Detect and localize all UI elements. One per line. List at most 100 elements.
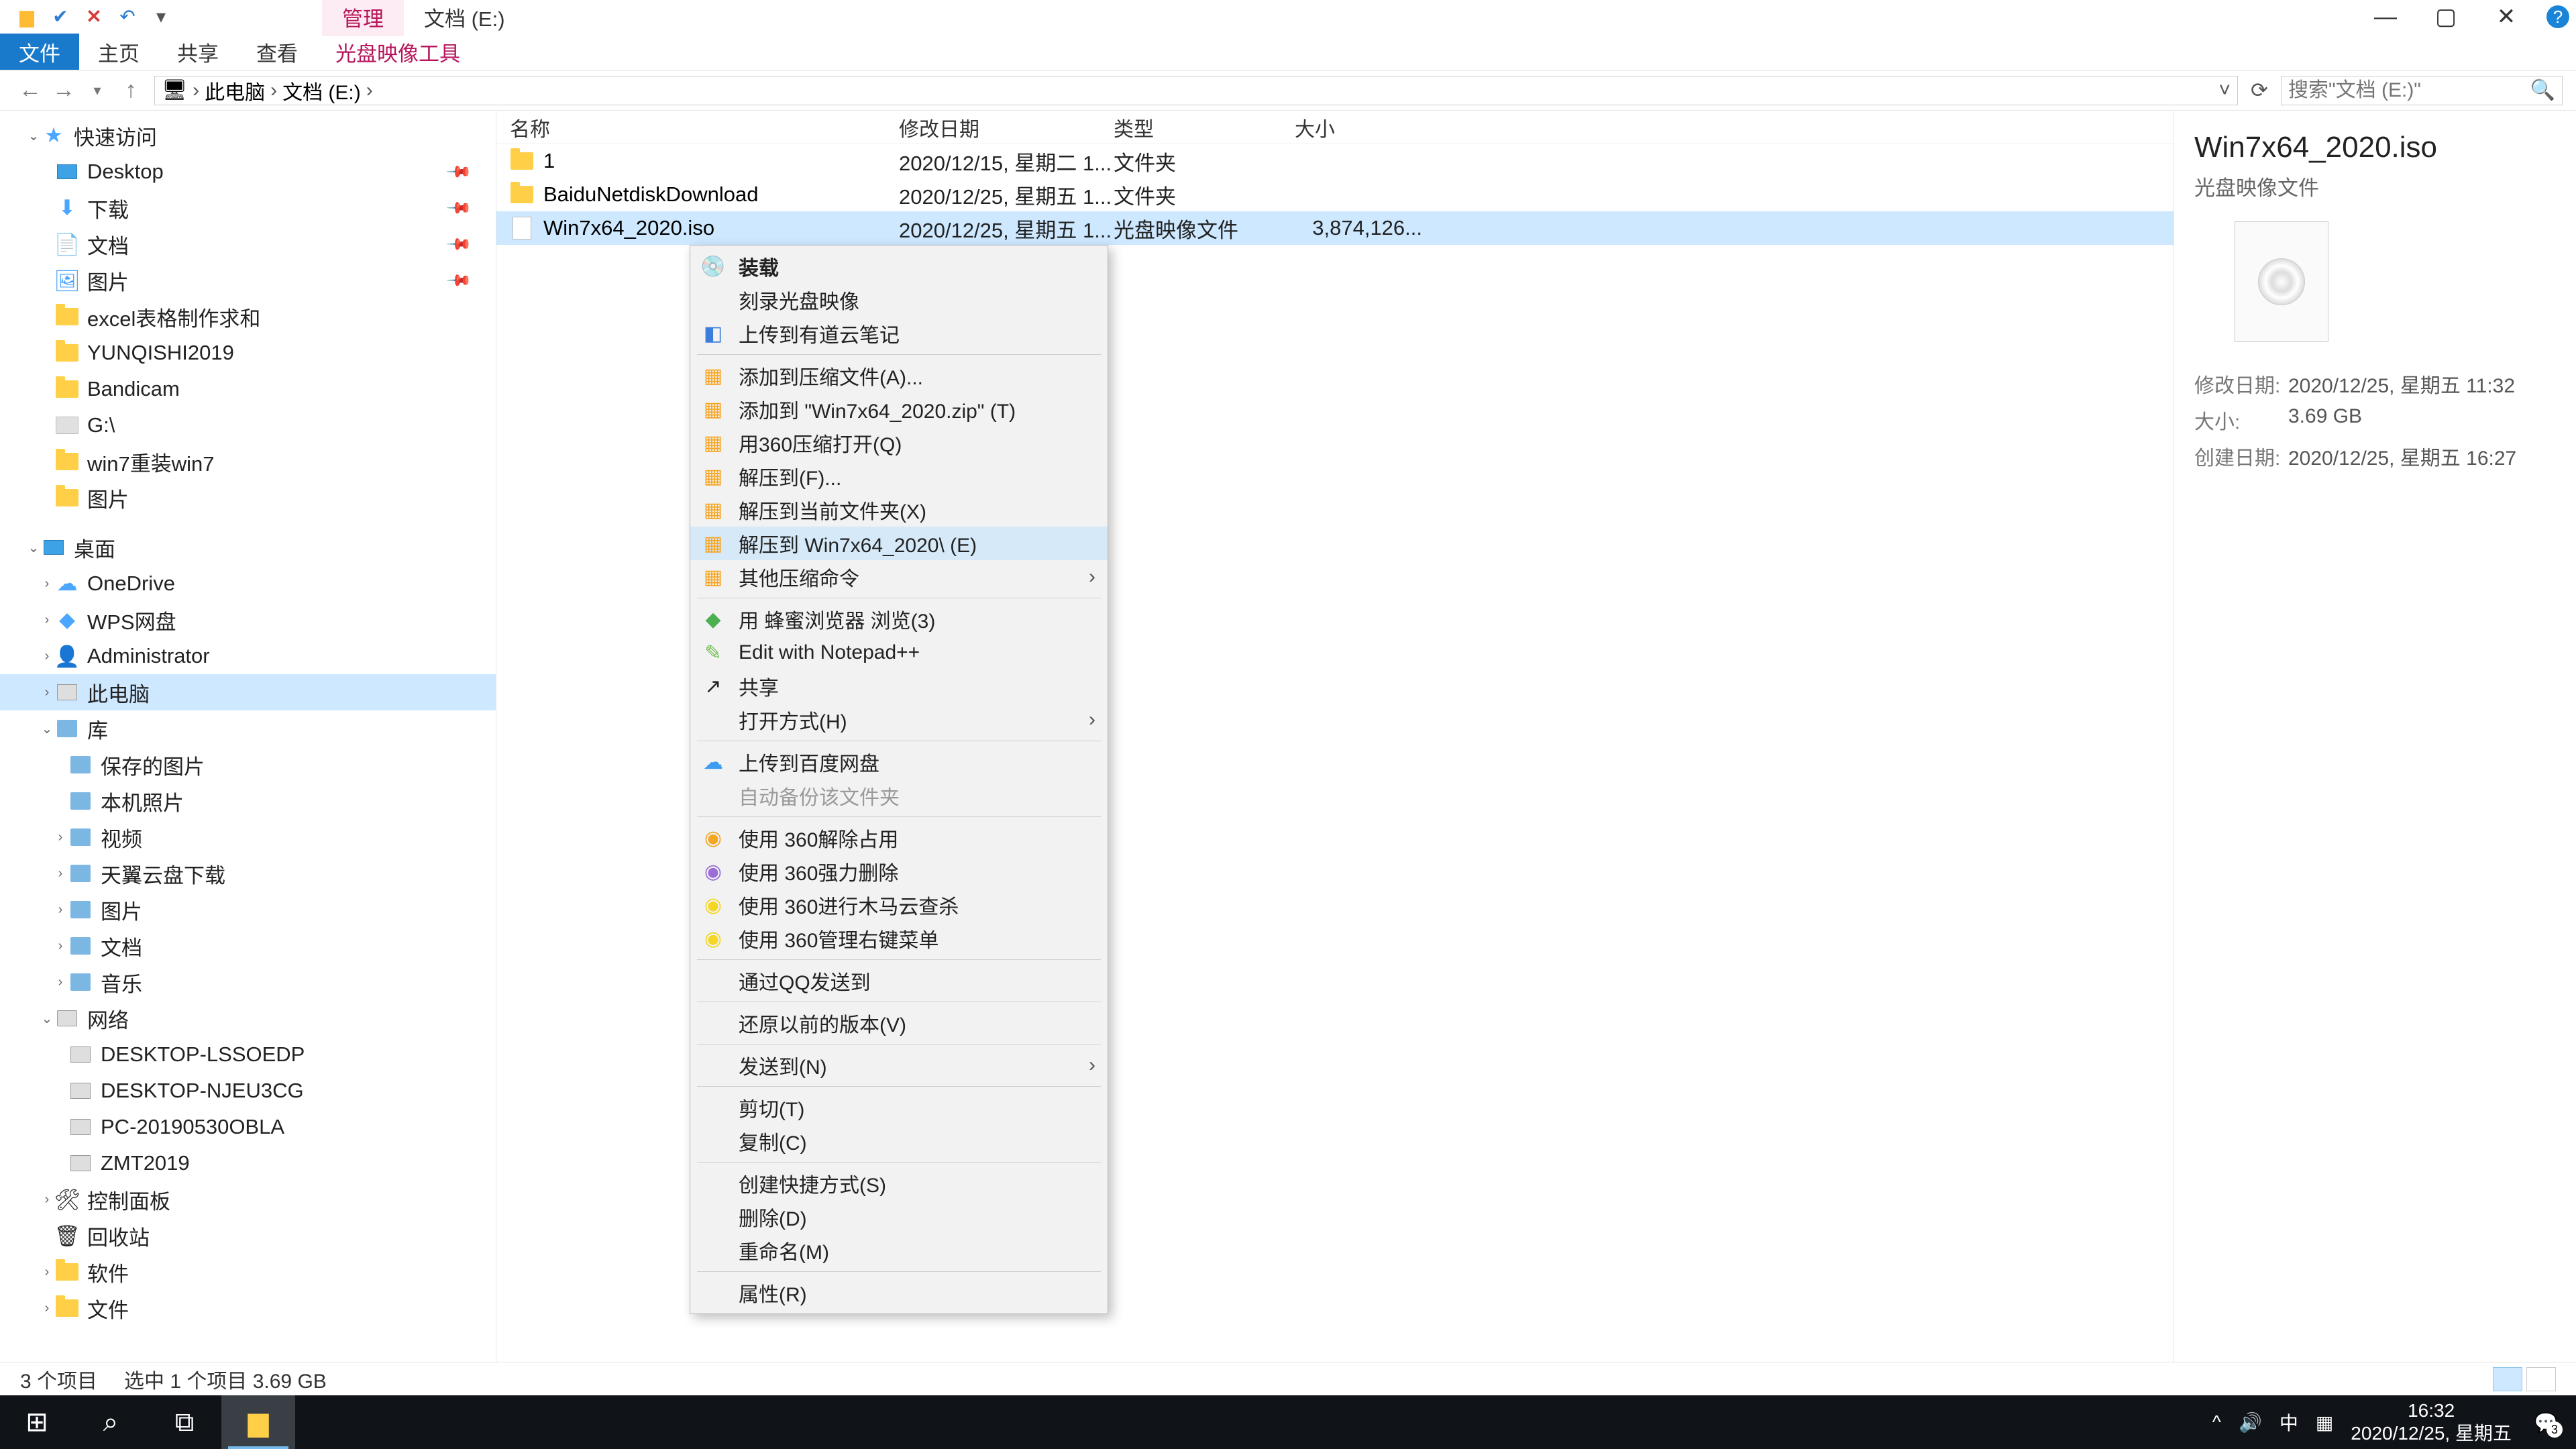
tree-excel[interactable]: excel表格制作求和 <box>0 299 496 335</box>
tray-volume-icon[interactable]: 🔊 <box>2239 1411 2262 1434</box>
search-input[interactable] <box>2288 79 2530 102</box>
ctx-restore[interactable]: 还原以前的版本(V) <box>690 1006 1108 1040</box>
ctx-send-to[interactable]: 发送到(N)› <box>690 1049 1108 1082</box>
tree-wps[interactable]: ›◆WPS网盘 <box>0 602 496 638</box>
nav-back-button[interactable]: ← <box>13 74 47 107</box>
ctx-extract-to[interactable]: ▦解压到(F)... <box>690 460 1108 493</box>
tray-ime-indicator[interactable]: 中 <box>2279 1409 2298 1436</box>
action-center-button[interactable]: 💬 3 <box>2529 1405 2563 1439</box>
tree-quick-access[interactable]: ⌄★快速访问 <box>0 117 496 154</box>
maximize-button[interactable]: ▢ <box>2426 3 2466 30</box>
tree-video[interactable]: ›视频 <box>0 819 496 855</box>
ctx-open360zip[interactable]: ▦用360压缩打开(Q) <box>690 426 1108 460</box>
tree-onedrive[interactable]: ›☁OneDrive <box>0 566 496 602</box>
tree-net4[interactable]: ZMT2019 <box>0 1145 496 1181</box>
nav-dropdown-icon[interactable]: ▾ <box>80 74 114 107</box>
tree-network[interactable]: ⌄网络 <box>0 1000 496 1036</box>
file-row-selected[interactable]: Win7x64_2020.iso 2020/12/25, 星期五 1... 光盘… <box>496 211 2174 245</box>
ctx-copy[interactable]: 复制(C) <box>690 1124 1108 1158</box>
tree-pictures[interactable]: 🖼图片📌 <box>0 262 496 299</box>
breadcrumb-dropdown-icon[interactable]: ˅ <box>2218 79 2231 102</box>
undo-icon[interactable]: ↶ <box>114 3 141 30</box>
start-button[interactable]: ⊞ <box>0 1395 74 1449</box>
tree-downloads[interactable]: ⬇下载📌 <box>0 190 496 226</box>
tree-documents[interactable]: 📄文档📌 <box>0 226 496 262</box>
taskbar-search-button[interactable]: ⌕ <box>74 1395 148 1449</box>
col-header-size[interactable]: 大小 <box>1295 113 1429 142</box>
ctx-360-trojan[interactable]: ◉使用 360进行木马云查杀 <box>690 888 1108 922</box>
ctx-addzip[interactable]: ▦添加到压缩文件(A)... <box>690 359 1108 392</box>
nav-forward-button[interactable]: → <box>47 74 80 107</box>
help-icon[interactable]: ? <box>2546 5 2569 28</box>
ctx-cut[interactable]: 剪切(T) <box>690 1091 1108 1124</box>
search-icon[interactable]: 🔍 <box>2530 78 2555 102</box>
col-header-date[interactable]: 修改日期 <box>899 113 1114 142</box>
ctx-360-unlock[interactable]: ◉使用 360解除占用 <box>690 821 1108 855</box>
tree-library[interactable]: ⌄库 <box>0 710 496 747</box>
ctx-extract-here[interactable]: ▦解压到当前文件夹(X) <box>690 493 1108 527</box>
tree-net1[interactable]: DESKTOP-LSSOEDP <box>0 1036 496 1073</box>
tree-desktop-group[interactable]: ⌄桌面 <box>0 529 496 566</box>
ctx-shortcut[interactable]: 创建快捷方式(S) <box>690 1167 1108 1200</box>
ctx-delete[interactable]: 删除(D) <box>690 1200 1108 1234</box>
save-icon[interactable]: ✔ <box>47 3 74 30</box>
search-box[interactable]: 🔍 <box>2281 76 2563 105</box>
tree-net2[interactable]: DESKTOP-NJEU3CG <box>0 1073 496 1109</box>
ctx-share[interactable]: ↗共享 <box>690 669 1108 703</box>
ctx-browser[interactable]: ◆用 蜂蜜浏览器 浏览(3) <box>690 602 1108 636</box>
tray-chevron-up-icon[interactable]: ^ <box>2212 1411 2221 1433</box>
minimize-button[interactable]: — <box>2365 3 2406 30</box>
ctx-360-menu[interactable]: ◉使用 360管理右键菜单 <box>690 922 1108 955</box>
ctx-other-zip[interactable]: ▦其他压缩命令› <box>690 560 1108 594</box>
close-red-icon[interactable]: ✕ <box>80 3 107 30</box>
ctx-upload-baidu[interactable]: ☁上传到百度网盘 <box>690 745 1108 779</box>
tree-pictures3[interactable]: ›图片 <box>0 892 496 928</box>
ribbon-tab-share[interactable]: 共享 <box>158 34 237 70</box>
ctx-mount[interactable]: 💿装载 <box>690 250 1108 283</box>
tree-desktop[interactable]: Desktop📌 <box>0 154 496 190</box>
tree-net3[interactable]: PC-20190530OBLA <box>0 1109 496 1145</box>
tree-saved-pic[interactable]: 保存的图片 <box>0 747 496 783</box>
taskbar-explorer-button[interactable]: ▆ <box>221 1395 295 1449</box>
ribbon-tab-file[interactable]: 文件 <box>0 34 79 70</box>
qat-dropdown-icon[interactable]: ▾ <box>148 3 174 30</box>
ctx-rename[interactable]: 重命名(M) <box>690 1234 1108 1267</box>
tree-documents2[interactable]: ›文档 <box>0 928 496 964</box>
col-header-name[interactable]: 名称 <box>510 113 899 142</box>
tree-tianyi[interactable]: ›天翼云盘下载 <box>0 855 496 892</box>
tree-bandicam[interactable]: Bandicam <box>0 371 496 407</box>
tree-pictures2[interactable]: 图片 <box>0 480 496 516</box>
tray-clock[interactable]: 16:32 2020/12/25, 星期五 <box>2351 1399 2512 1444</box>
file-row[interactable]: BaiduNetdiskDownload 2020/12/25, 星期五 1..… <box>496 178 2174 211</box>
crumb-drive[interactable]: 文档 (E:) <box>282 76 361 105</box>
ctx-props[interactable]: 属性(R) <box>690 1276 1108 1309</box>
tree-software[interactable]: ›软件 <box>0 1254 496 1290</box>
ribbon-tab-home[interactable]: 主页 <box>79 34 158 70</box>
breadcrumb-bar[interactable]: 🖥 › 此电脑 › 文档 (E:) › ˅ <box>154 76 2238 105</box>
tree-files[interactable]: ›文件 <box>0 1290 496 1326</box>
tree-admin[interactable]: ›👤Administrator <box>0 638 496 674</box>
ctx-burn[interactable]: 刻录光盘映像 <box>690 283 1108 317</box>
view-details-button[interactable] <box>2493 1367 2522 1391</box>
tree-recycle[interactable]: 🗑回收站 <box>0 1218 496 1254</box>
ctx-npp[interactable]: ✎Edit with Notepad++ <box>690 636 1108 669</box>
file-row[interactable]: 1 2020/12/15, 星期二 1... 文件夹 <box>496 144 2174 178</box>
ribbon-context-tab-admin[interactable]: 管理 <box>322 0 404 36</box>
ctx-open-with[interactable]: 打开方式(H)› <box>690 703 1108 737</box>
view-large-button[interactable] <box>2526 1367 2556 1391</box>
tree-yunqishi[interactable]: YUNQISHI2019 <box>0 335 496 371</box>
tree-music[interactable]: ›音乐 <box>0 964 496 1000</box>
ctx-youdao[interactable]: ◧上传到有道云笔记 <box>690 317 1108 350</box>
tree-gdrive[interactable]: G:\ <box>0 407 496 443</box>
ribbon-tab-view[interactable]: 查看 <box>237 34 317 70</box>
nav-up-button[interactable]: ↑ <box>114 74 148 107</box>
close-button[interactable]: ✕ <box>2486 3 2526 30</box>
ctx-qq-send[interactable]: 通过QQ发送到 <box>690 964 1108 998</box>
tree-this-pc[interactable]: ›此电脑 <box>0 674 496 710</box>
crumb-pc[interactable]: 此电脑 <box>205 76 265 105</box>
tree-local-pic[interactable]: 本机照片 <box>0 783 496 819</box>
col-header-type[interactable]: 类型 <box>1114 113 1295 142</box>
tree-win7setup[interactable]: win7重装win7 <box>0 443 496 480</box>
ctx-360-forcedel[interactable]: ◉使用 360强力删除 <box>690 855 1108 888</box>
tray-network-icon[interactable]: ▦ <box>2316 1411 2333 1434</box>
